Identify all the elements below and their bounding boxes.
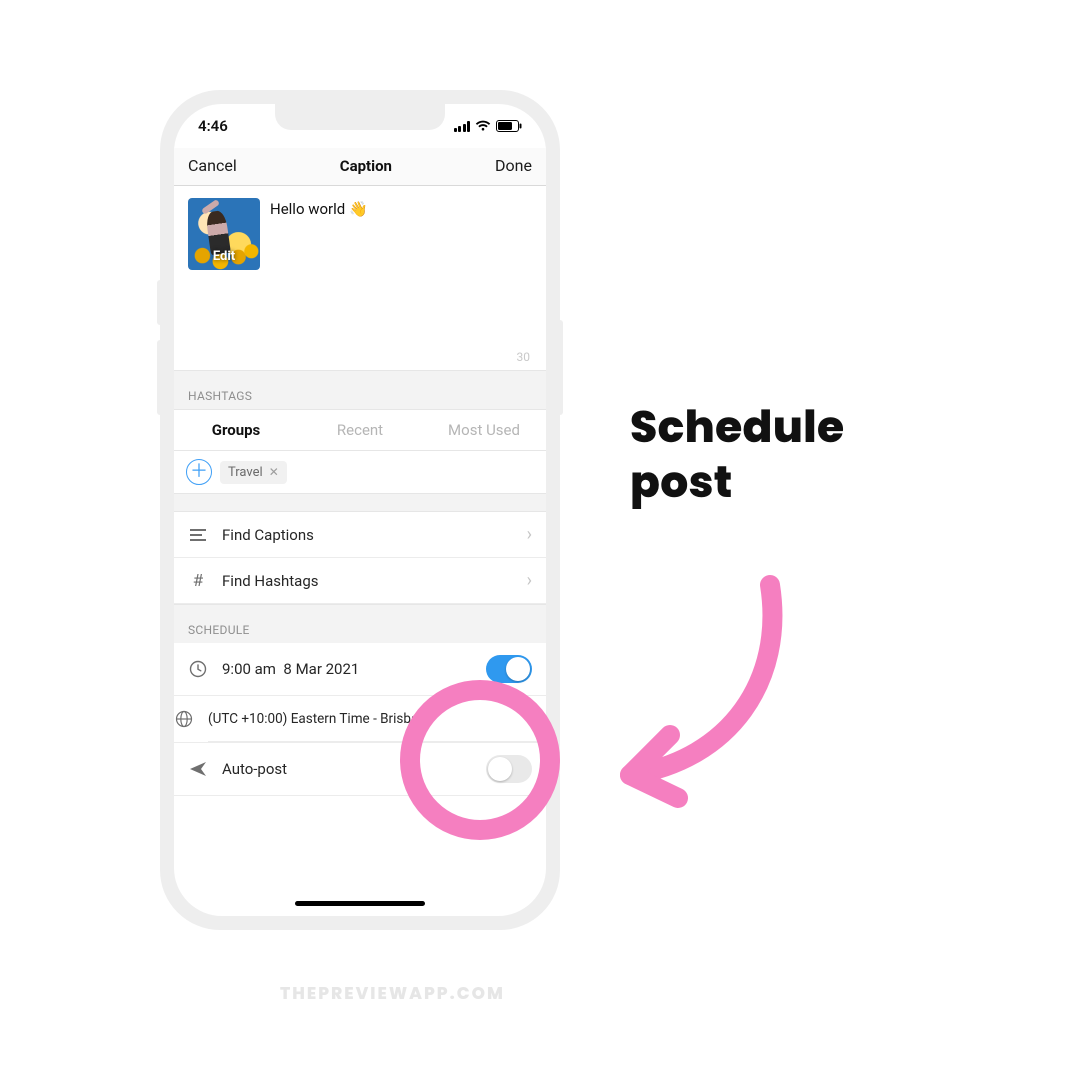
- chevron-right-icon: ›: [527, 524, 532, 545]
- callout-arrow: [560, 560, 820, 820]
- navbar: Cancel Caption Done: [174, 148, 546, 186]
- chevron-right-icon: ›: [527, 570, 532, 591]
- find-captions-row[interactable]: Find Captions ›: [174, 512, 546, 558]
- hash-icon: #: [188, 571, 208, 591]
- post-thumbnail[interactable]: Edit: [188, 198, 260, 270]
- callout-line2: post: [630, 455, 844, 510]
- caption-input[interactable]: Hello world 👋: [270, 198, 368, 270]
- section-spacer: [174, 494, 546, 512]
- navbar-title: Caption: [340, 157, 392, 175]
- phone-notch: [275, 104, 445, 130]
- hashtag-chips-row: ＋ Travel ✕: [174, 451, 546, 494]
- add-hashtag-group-button[interactable]: ＋: [186, 459, 212, 485]
- find-hashtags-label: Find Hashtags: [222, 572, 513, 590]
- callout-text: Schedule post: [630, 400, 844, 510]
- done-button[interactable]: Done: [495, 156, 532, 175]
- tab-most-used[interactable]: Most Used: [422, 410, 546, 450]
- battery-icon: [496, 120, 522, 132]
- caption-area: Edit Hello world 👋: [174, 186, 546, 270]
- schedule-date: 8 Mar 2021: [283, 660, 359, 678]
- globe-icon: [174, 710, 194, 728]
- clock-icon: [188, 660, 208, 678]
- find-hashtags-row[interactable]: # Find Hashtags ›: [174, 558, 546, 604]
- watermark: THEPREVIEWAPP.COM: [280, 980, 505, 1006]
- schedule-time-label: 9:00 am 8 Mar 2021: [222, 660, 472, 678]
- status-icons: [454, 120, 523, 132]
- schedule-toggle[interactable]: [486, 655, 532, 683]
- hashtags-header: HASHTAGS: [174, 370, 546, 409]
- highlight-circle: [400, 680, 560, 840]
- char-count: 30: [174, 270, 546, 370]
- send-icon: [188, 761, 208, 777]
- wifi-icon: [475, 120, 491, 132]
- hashtag-chip[interactable]: Travel ✕: [220, 461, 287, 484]
- cancel-button[interactable]: Cancel: [188, 156, 237, 175]
- status-time: 4:46: [198, 117, 228, 135]
- find-captions-label: Find Captions: [222, 526, 513, 544]
- remove-chip-icon[interactable]: ✕: [269, 465, 279, 479]
- hashtag-chip-label: Travel: [228, 465, 263, 480]
- cellular-icon: [454, 121, 471, 132]
- home-indicator: [295, 901, 425, 906]
- schedule-time: 9:00 am: [222, 660, 276, 678]
- list-icon: [188, 528, 208, 542]
- edit-thumbnail-label: Edit: [188, 249, 260, 264]
- tab-recent[interactable]: Recent: [298, 410, 422, 450]
- schedule-header: SCHEDULE: [174, 604, 546, 643]
- hashtag-tabs: Groups Recent Most Used: [174, 409, 546, 451]
- callout-line1: Schedule: [630, 400, 844, 455]
- tab-groups[interactable]: Groups: [174, 410, 298, 450]
